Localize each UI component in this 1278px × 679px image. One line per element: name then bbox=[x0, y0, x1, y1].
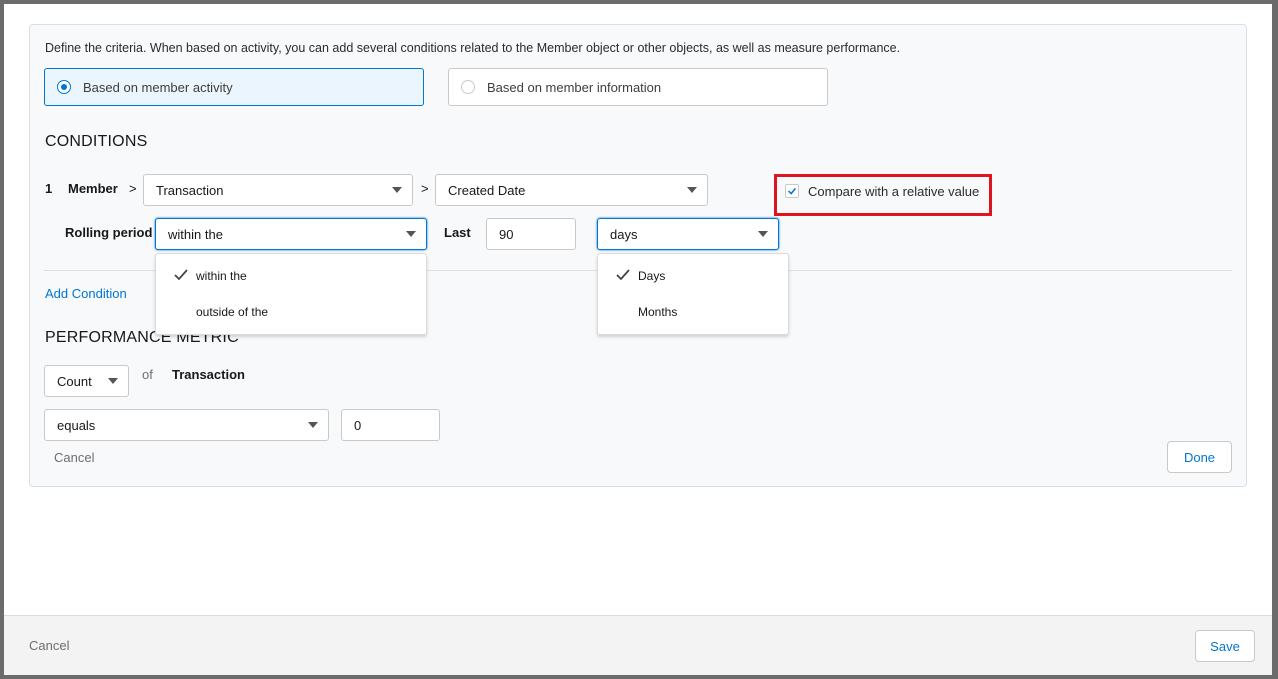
metric-value-input[interactable] bbox=[341, 409, 440, 441]
menu-item-within-the[interactable]: within the bbox=[156, 258, 426, 294]
unit-select-value: days bbox=[610, 226, 638, 242]
modal-footer: Cancel Save bbox=[4, 615, 1272, 675]
field-select-value: Created Date bbox=[448, 182, 526, 198]
aggregate-select-value: Count bbox=[57, 373, 92, 389]
add-condition-link[interactable]: Add Condition bbox=[45, 286, 127, 301]
modal: Define the criteria. When based on activ… bbox=[4, 4, 1272, 675]
unit-menu: Days Months bbox=[597, 253, 789, 335]
field-select[interactable]: Created Date bbox=[435, 174, 708, 206]
aggregate-select[interactable]: Count bbox=[44, 365, 129, 397]
menu-item-outside-of-the[interactable]: outside of the bbox=[156, 294, 426, 330]
operator-select-value: equals bbox=[57, 417, 96, 433]
chevron-down-icon bbox=[308, 422, 318, 428]
object-select-value: Transaction bbox=[156, 182, 224, 198]
chevron-down-icon bbox=[406, 231, 416, 237]
done-button[interactable]: Done bbox=[1167, 441, 1232, 473]
radio-unselected-icon bbox=[461, 80, 475, 94]
relative-value-checkbox[interactable] bbox=[785, 184, 799, 198]
relative-value-label[interactable]: Compare with a relative value bbox=[808, 184, 979, 199]
last-label: Last bbox=[444, 225, 471, 240]
radio-member-information[interactable]: Based on member information bbox=[448, 68, 828, 106]
chevron-down-icon bbox=[687, 187, 697, 193]
performance-object: Transaction bbox=[172, 367, 245, 382]
radio-member-activity[interactable]: Based on member activity bbox=[44, 68, 424, 106]
radio-label: Based on member information bbox=[487, 79, 662, 95]
rolling-period-select[interactable]: within the bbox=[155, 218, 427, 250]
chevron-right-icon: > bbox=[129, 181, 137, 196]
last-value-input[interactable] bbox=[486, 218, 576, 250]
check-icon bbox=[616, 269, 630, 281]
radio-selected-icon bbox=[57, 80, 71, 94]
criteria-card: Define the criteria. When based on activ… bbox=[29, 24, 1247, 487]
rolling-period-label: Rolling period bbox=[65, 225, 153, 240]
radio-label: Based on member activity bbox=[83, 79, 233, 95]
chevron-right-icon: > bbox=[421, 181, 429, 196]
of-label: of bbox=[142, 367, 153, 382]
unit-select[interactable]: days bbox=[597, 218, 779, 250]
condition-number: 1 bbox=[45, 181, 53, 196]
save-button[interactable]: Save bbox=[1195, 630, 1255, 662]
chevron-down-icon bbox=[108, 378, 118, 384]
menu-item-days[interactable]: Days bbox=[598, 258, 788, 294]
check-icon bbox=[174, 269, 188, 281]
menu-item-label: Days bbox=[638, 269, 666, 283]
footer-cancel-button[interactable]: Cancel bbox=[29, 638, 69, 653]
checkmark-icon bbox=[788, 187, 797, 195]
object-select[interactable]: Transaction bbox=[143, 174, 413, 206]
menu-item-label: outside of the bbox=[196, 305, 269, 319]
rolling-period-value: within the bbox=[168, 226, 223, 242]
rolling-period-menu: within the outside of the bbox=[155, 253, 427, 335]
operator-select[interactable]: equals bbox=[44, 409, 329, 441]
chevron-down-icon bbox=[758, 231, 768, 237]
chevron-down-icon bbox=[392, 187, 402, 193]
menu-item-label: within the bbox=[196, 269, 247, 283]
condition-cancel-link[interactable]: Cancel bbox=[54, 450, 94, 465]
menu-item-label: Months bbox=[638, 305, 678, 319]
condition-object-label: Member bbox=[68, 181, 118, 196]
criteria-intro: Define the criteria. When based on activ… bbox=[45, 41, 901, 55]
menu-item-months[interactable]: Months bbox=[598, 294, 788, 330]
conditions-title: CONDITIONS bbox=[45, 133, 148, 150]
